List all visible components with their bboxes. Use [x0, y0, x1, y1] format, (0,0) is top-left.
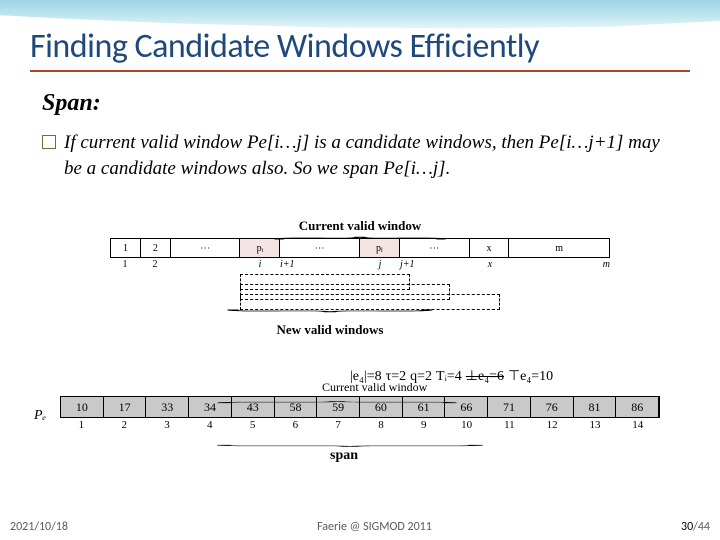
- d1-idx: x: [470, 259, 510, 270]
- footer-center: Faerie @ SIGMOD 2011: [317, 520, 432, 534]
- d2-idx: 1: [60, 419, 103, 431]
- d1-cell: ⋯: [400, 239, 470, 257]
- section-subtitle: Span:: [42, 90, 101, 117]
- d2-idx: 5: [231, 419, 274, 431]
- d2-idx: 12: [531, 419, 574, 431]
- d2-idx: 6: [274, 419, 317, 431]
- d2-idx: 3: [146, 419, 189, 431]
- title-underline: [30, 70, 690, 72]
- page-total: 44: [698, 520, 710, 534]
- d2-series-label: Pₑ: [34, 408, 46, 424]
- bullet-row: If current valid window Pe[i…j] is a can…: [42, 130, 682, 181]
- d2-idx: 10: [445, 419, 488, 431]
- d1-idx: j+1: [400, 259, 470, 270]
- d1-idx: i: [240, 259, 280, 270]
- d2-idx: 11: [488, 419, 531, 431]
- d1-cell: ⋯: [171, 239, 241, 257]
- d2-idx: 7: [317, 419, 360, 431]
- page-current: 30: [681, 520, 693, 534]
- d2-idx: 4: [188, 419, 231, 431]
- d1-idx: 2: [140, 259, 170, 270]
- d1-idx: 1: [110, 259, 140, 270]
- d2-idx: 13: [574, 419, 617, 431]
- diagram-current-window: Current valid window ︷ 1 2 ⋯ pᵢ ⋯ pⱼ ⋯ x…: [110, 218, 610, 338]
- body-text: If current valid window Pe[i…j] is a can…: [64, 130, 682, 181]
- param-up: ⊤e₄=10: [508, 368, 553, 385]
- d1-cell-pi: pᵢ: [240, 239, 280, 257]
- brace-down-icon: ︷: [0, 232, 720, 238]
- d1-cell: ⋯: [280, 239, 360, 257]
- d2-bottom-label: span: [330, 448, 358, 464]
- d1-cell: 2: [141, 239, 171, 257]
- d1-cell-pj: pⱼ: [360, 239, 400, 257]
- d1-idx: j: [360, 259, 400, 270]
- brace-down-icon: ︷: [0, 395, 720, 405]
- d1-idx: i+1: [280, 259, 360, 270]
- d1-dash-area: [110, 274, 610, 310]
- d2-idx: 8: [360, 419, 403, 431]
- d1-cell: 1: [111, 239, 141, 257]
- d2-top-label: Current valid window: [322, 380, 427, 395]
- footer-page: 30/44: [681, 520, 710, 534]
- brace-up-icon: ︷: [0, 312, 720, 317]
- d1-indices: 1 2 i i+1 j j+1 x m: [110, 259, 610, 270]
- param-low-strike: ⊥e₄=6: [466, 368, 504, 385]
- d1-idx: m: [510, 259, 610, 270]
- diagram-pe-array: Current valid window ︷ Pₑ 10 17 33 34 43…: [60, 396, 660, 431]
- param-ti: Tᵢ=4: [436, 369, 462, 385]
- d2-idx: 9: [402, 419, 445, 431]
- bullet-icon: [42, 135, 56, 149]
- footer-date: 2021/10/18: [10, 520, 68, 534]
- d2-idx: 14: [616, 419, 659, 431]
- page-title: Finding Candidate Windows Efficiently: [30, 26, 539, 67]
- d2-indices: 1 2 3 4 5 6 7 8 9 10 11 12 13 14: [60, 419, 660, 431]
- d1-bottom-label: New valid windows: [50, 322, 610, 338]
- footer: 2021/10/18 Faerie @ SIGMOD 2011 30/44: [0, 520, 720, 534]
- brace-up-icon: ︷: [0, 443, 720, 453]
- d2-idx: 2: [103, 419, 146, 431]
- d1-cells: 1 2 ⋯ pᵢ ⋯ pⱼ ⋯ x m: [110, 238, 610, 258]
- d1-idx: [170, 259, 240, 270]
- d1-cell: x: [470, 239, 510, 257]
- d1-cell: m: [509, 239, 609, 257]
